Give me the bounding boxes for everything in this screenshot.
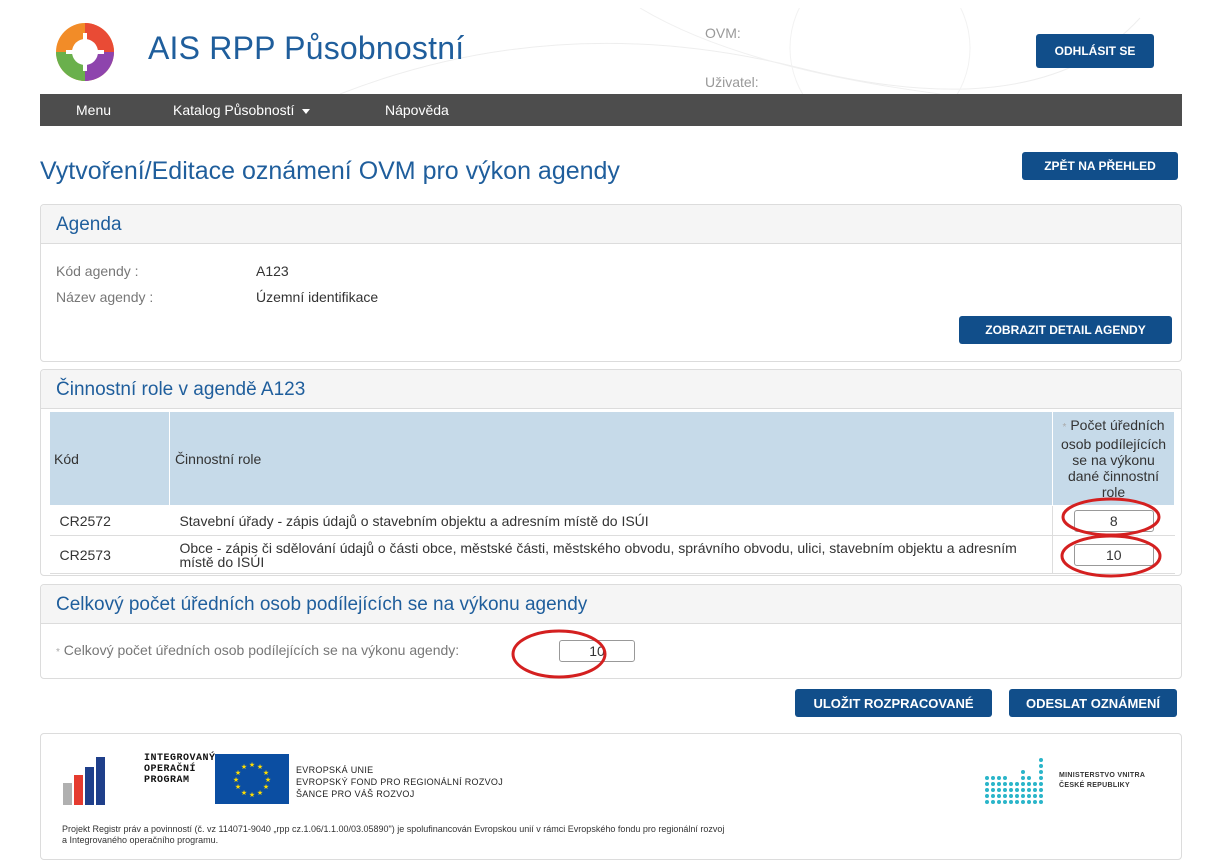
footer-note: Projekt Registr práv a povinností (č. vz… (62, 824, 1022, 846)
svg-text:★: ★ (235, 783, 241, 791)
footer: INTEGROVANÝ OPERAČNÍ PROGRAM ★ ★ ★ ★ ★ ★ ★ ★ ★… (40, 733, 1182, 860)
ministry-logo-icon (985, 758, 1043, 804)
svg-text:★: ★ (233, 776, 239, 784)
iop-line: PROGRAM (144, 775, 190, 786)
iop-line: OPERAČNÍ (144, 764, 197, 775)
eu-line: EVROPSKÝ FOND PRO REGIONÁLNÍ ROZVOJ (296, 777, 504, 787)
svg-text:★: ★ (257, 789, 263, 797)
eu-logo-text: EVROPSKÁ UNIE EVROPSKÝ FOND PRO REGIONÁL… (296, 764, 503, 800)
svg-text:★: ★ (263, 783, 269, 791)
highlight-circle (1061, 497, 1161, 537)
footer-note-line: Projekt Registr práv a povinností (č. vz… (62, 824, 725, 834)
ministry-line: MINISTERSTVO VNITRA (1059, 772, 1146, 779)
footer-note-line: a Integrovaného operačního programu. (62, 835, 219, 845)
iop-logo-text: INTEGROVANÝ OPERAČNÍ PROGRAM (144, 753, 216, 786)
highlight-circle (511, 629, 607, 679)
ministry-line: ČESKÉ REPUBLIKY (1059, 782, 1131, 789)
save-draft-button[interactable]: ULOŽIT ROZPRACOVANÉ (795, 689, 992, 717)
eu-line: EVROPSKÁ UNIE (296, 765, 374, 775)
highlight-circle (1060, 534, 1162, 578)
send-notification-button[interactable]: ODESLAT OZNÁMENÍ (1009, 689, 1177, 717)
iop-logo-icon (63, 757, 105, 805)
svg-text:★: ★ (249, 761, 255, 769)
iop-line: INTEGROVANÝ (144, 753, 216, 764)
eu-line: ŠANCE PRO VÁŠ ROZVOJ (296, 789, 415, 799)
svg-text:★: ★ (241, 789, 247, 797)
eu-flag-icon: ★ ★ ★ ★ ★ ★ ★ ★ ★ ★ ★ ★ (215, 754, 289, 804)
ministry-logo-text: MINISTERSTVO VNITRA ČESKÉ REPUBLIKY (1059, 771, 1145, 791)
svg-text:★: ★ (249, 791, 255, 799)
eu-stars-icon: ★ ★★ ★★★ ★★★ ★★★ (233, 761, 271, 799)
svg-text:★: ★ (241, 763, 247, 771)
annotation-overlay (511, 497, 1162, 679)
